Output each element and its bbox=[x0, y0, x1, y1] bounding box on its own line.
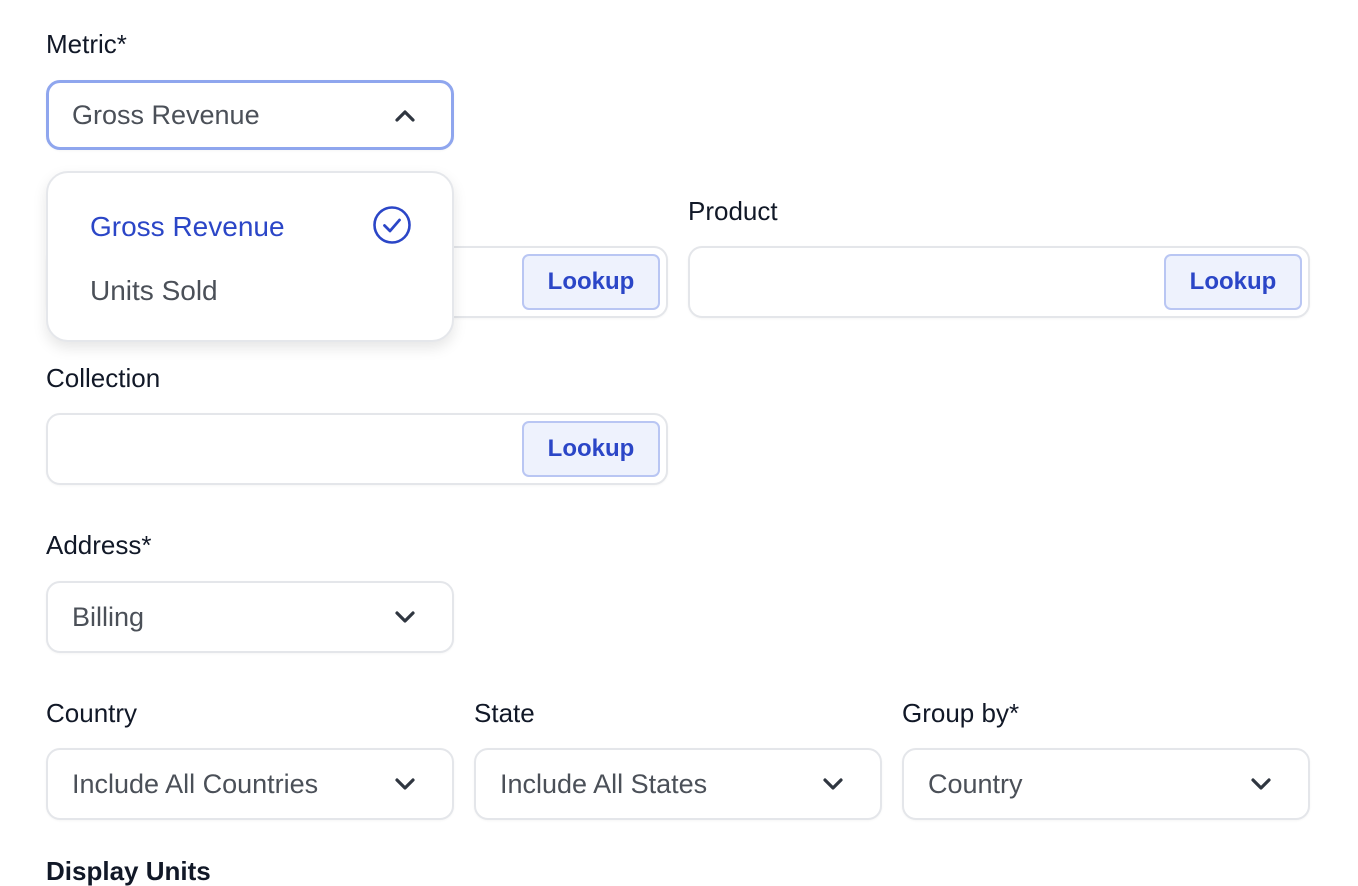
metric-select-value: Gross Revenue bbox=[72, 99, 260, 130]
chevron-down-icon bbox=[394, 606, 416, 628]
country-select-value: Include All Countries bbox=[72, 768, 319, 799]
address-select[interactable]: Billing bbox=[46, 581, 454, 653]
group-by-select-value: Country bbox=[928, 768, 1023, 799]
metric-option-units-sold[interactable]: Units Sold bbox=[90, 277, 218, 305]
country-label: Country bbox=[46, 698, 138, 728]
group-by-label: Group by* bbox=[902, 698, 1020, 728]
collection-label: Collection bbox=[46, 363, 161, 393]
metric-select[interactable]: Gross Revenue bbox=[46, 80, 454, 150]
product-field[interactable]: Lookup bbox=[688, 246, 1310, 318]
chevron-down-icon bbox=[1250, 773, 1272, 795]
chevron-up-icon bbox=[394, 104, 416, 126]
address-label: Address* bbox=[46, 530, 152, 560]
metric-dropdown-menu: Gross Revenue Units Sold bbox=[46, 171, 454, 342]
display-units-label: Display Units bbox=[46, 856, 211, 886]
chevron-down-icon bbox=[394, 773, 416, 795]
product-label: Product bbox=[688, 196, 778, 226]
product-lookup-button[interactable]: Lookup bbox=[1164, 254, 1302, 310]
metric-option-gross-revenue[interactable]: Gross Revenue bbox=[90, 213, 285, 241]
group-by-select[interactable]: Country bbox=[902, 748, 1310, 820]
state-select[interactable]: Include All States bbox=[474, 748, 882, 820]
state-select-value: Include All States bbox=[500, 768, 708, 799]
metric-label: Metric* bbox=[46, 29, 127, 59]
chevron-down-icon bbox=[822, 773, 844, 795]
collection-field[interactable]: Lookup bbox=[46, 413, 668, 485]
hidden-lookup-button[interactable]: Lookup bbox=[522, 254, 660, 310]
country-select[interactable]: Include All Countries bbox=[46, 748, 454, 820]
check-circle-icon bbox=[373, 206, 411, 244]
state-label: State bbox=[474, 698, 535, 728]
collection-lookup-button[interactable]: Lookup bbox=[522, 421, 660, 477]
address-select-value: Billing bbox=[72, 601, 145, 632]
